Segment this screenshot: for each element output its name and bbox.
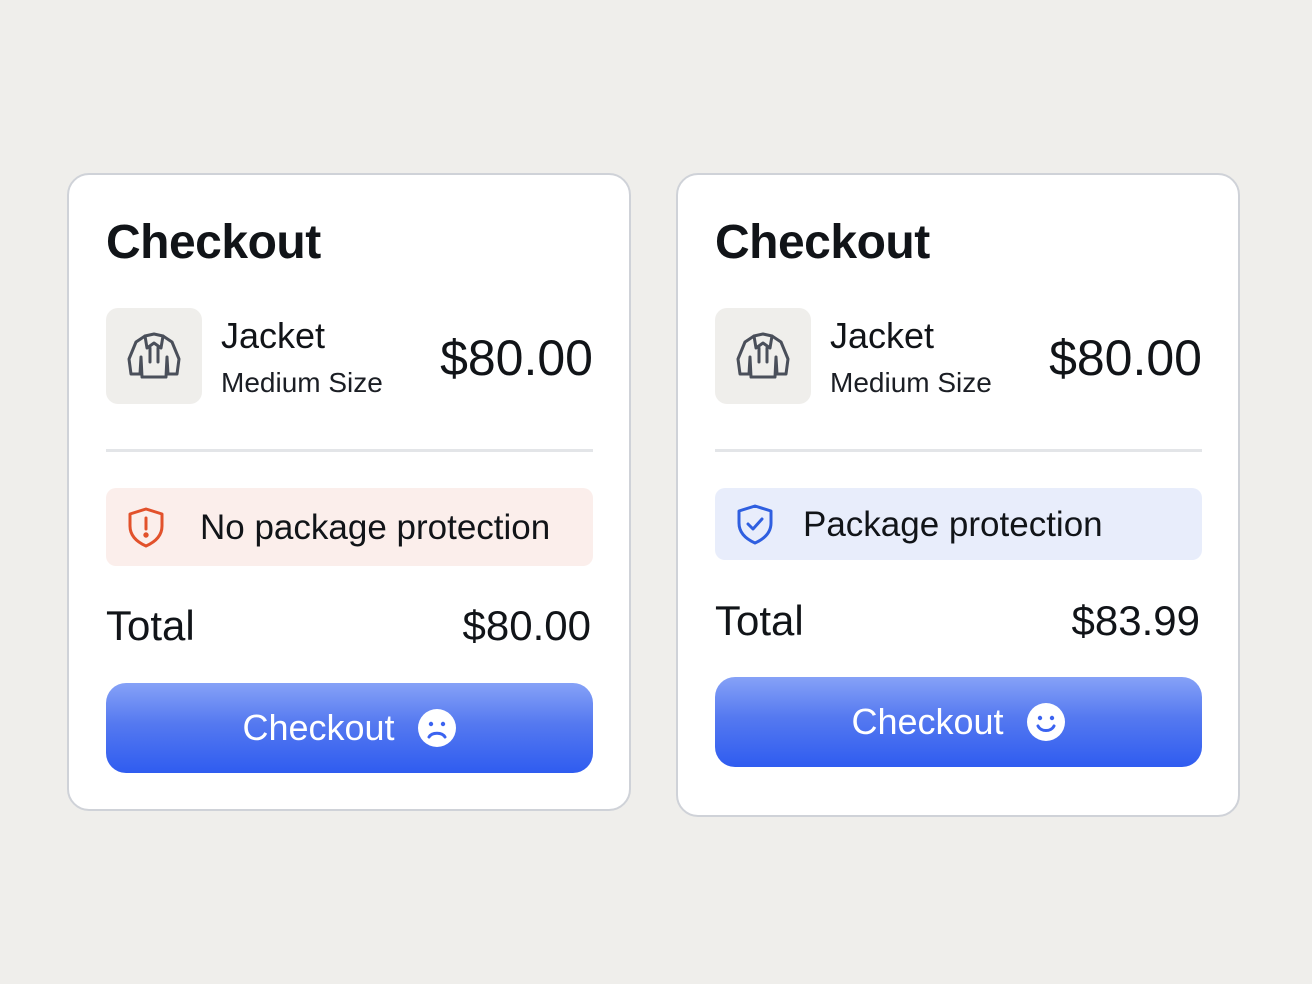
card-title: Checkout <box>715 216 930 269</box>
checkout-card-no-protection: Checkout Jacket Medium Size $80.00 No pa… <box>67 173 631 811</box>
jacket-icon <box>736 332 790 379</box>
package-protection-option[interactable]: No package protection <box>106 488 593 566</box>
checkout-card-with-protection: Checkout Jacket Medium Size $80.00 Packa… <box>676 173 1240 817</box>
product-thumbnail <box>106 308 202 404</box>
divider <box>715 449 1202 452</box>
item-price: $80.00 <box>1049 330 1202 386</box>
card-title: Checkout <box>106 216 321 269</box>
jacket-icon <box>127 332 181 379</box>
divider <box>106 449 593 452</box>
package-protection-option[interactable]: Package protection <box>715 488 1202 560</box>
shield-alert-icon <box>124 505 168 549</box>
item-name: Jacket <box>830 315 935 356</box>
product-thumbnail <box>715 308 811 404</box>
item-variant: Medium Size <box>830 367 992 398</box>
checkout-button[interactable]: Checkout <box>106 683 593 773</box>
total-label: Total <box>715 597 804 644</box>
smile-face-icon <box>1026 702 1066 742</box>
total-row: Total $83.99 <box>715 600 1200 642</box>
total-value: $83.99 <box>1071 597 1200 644</box>
sad-face-icon <box>417 708 457 748</box>
checkout-button-label: Checkout <box>242 707 395 748</box>
checkout-button-label: Checkout <box>851 701 1004 742</box>
total-label: Total <box>106 602 195 649</box>
checkout-button[interactable]: Checkout <box>715 677 1202 767</box>
item-name: Jacket <box>221 315 326 356</box>
total-value: $80.00 <box>462 602 591 649</box>
shield-check-icon <box>733 502 777 546</box>
total-row: Total $80.00 <box>106 605 591 647</box>
package-protection-label: Package protection <box>803 504 1103 544</box>
item-variant: Medium Size <box>221 367 383 398</box>
package-protection-label: No package protection <box>200 507 551 547</box>
item-price: $80.00 <box>440 330 593 386</box>
